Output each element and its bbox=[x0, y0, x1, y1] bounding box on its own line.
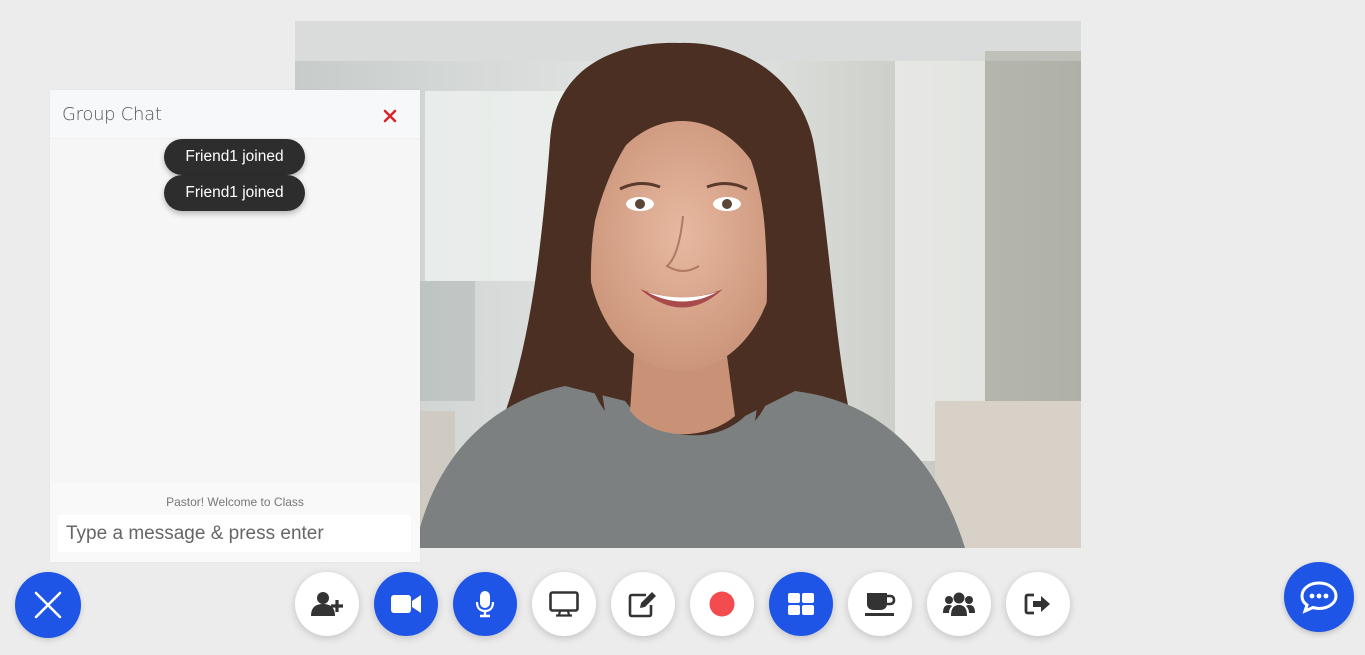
chat-title: Group Chat bbox=[62, 104, 162, 125]
participants-button[interactable] bbox=[927, 572, 991, 636]
leave-button[interactable] bbox=[1006, 572, 1070, 636]
edit-icon bbox=[628, 592, 656, 618]
chat-message: Friend1 joined bbox=[164, 175, 305, 211]
users-icon bbox=[943, 592, 975, 616]
group-chat-panel: Group Chat Friend1 joined Friend1 joined… bbox=[50, 90, 420, 562]
coffee-icon bbox=[865, 593, 896, 616]
close-chat-button[interactable] bbox=[380, 106, 400, 126]
chat-message: Friend1 joined bbox=[164, 139, 305, 175]
chat-footer: Pastor! Welcome to Class bbox=[50, 483, 420, 562]
sign-out-icon bbox=[1024, 593, 1050, 615]
record-button[interactable] bbox=[690, 572, 754, 636]
record-icon bbox=[709, 591, 735, 617]
microphone-button[interactable] bbox=[453, 572, 517, 636]
layout-button[interactable] bbox=[769, 572, 833, 636]
add-user-button[interactable] bbox=[295, 572, 359, 636]
grid-icon bbox=[788, 593, 814, 615]
close-icon bbox=[383, 109, 397, 123]
desktop-icon bbox=[549, 591, 579, 617]
close-icon bbox=[34, 591, 62, 619]
close-button[interactable] bbox=[15, 572, 81, 638]
screen-share-button[interactable] bbox=[532, 572, 596, 636]
message-input[interactable] bbox=[58, 515, 411, 552]
microphone-icon bbox=[475, 591, 495, 618]
whiteboard-button[interactable] bbox=[611, 572, 675, 636]
chat-header: Group Chat bbox=[50, 90, 420, 139]
open-chat-button[interactable] bbox=[1284, 562, 1354, 632]
chat-bubble-icon bbox=[1300, 581, 1338, 614]
welcome-text: Pastor! Welcome to Class bbox=[166, 495, 304, 509]
break-button[interactable] bbox=[848, 572, 912, 636]
video-camera-icon bbox=[391, 595, 421, 613]
camera-button[interactable] bbox=[374, 572, 438, 636]
user-plus-icon bbox=[311, 592, 343, 616]
